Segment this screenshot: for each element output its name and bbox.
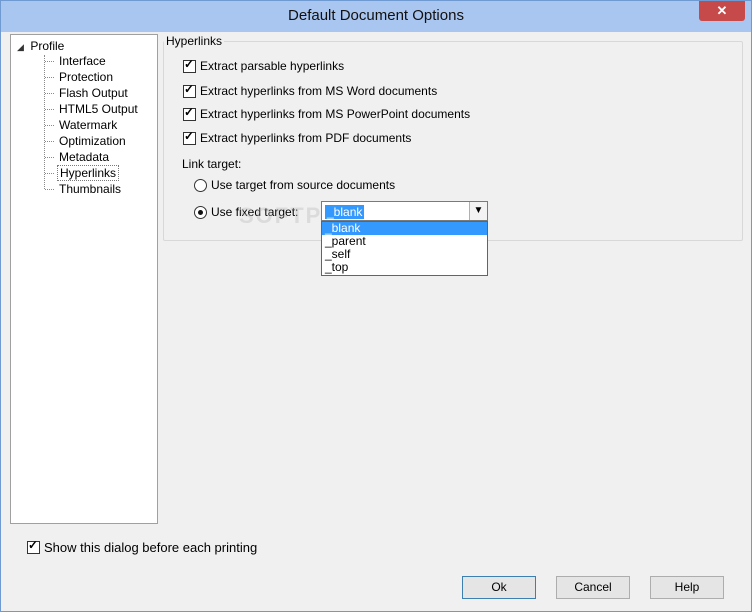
checkbox-show-dialog[interactable]: Show this dialog before each printing xyxy=(27,538,258,555)
checkbox-checked-icon[interactable] xyxy=(183,57,196,73)
checkbox-label: Extract parsable hyperlinks xyxy=(200,59,345,73)
combo-selected-value: _blank xyxy=(325,205,365,219)
tree-item-label: Optimization xyxy=(59,134,126,148)
tree-item-optimization[interactable]: Optimization xyxy=(45,134,128,149)
checkbox-label: Extract hyperlinks from MS Word document… xyxy=(200,84,438,98)
tree-item-thumbnails[interactable]: Thumbnails xyxy=(45,182,123,197)
tree-item-watermark[interactable]: Watermark xyxy=(45,118,119,133)
dropdown-option-top[interactable]: _top xyxy=(322,261,487,274)
checkbox-extract-word[interactable]: Extract hyperlinks from MS Word document… xyxy=(183,82,438,98)
radio-label: Use target from source documents xyxy=(211,178,396,192)
checkbox-extract-powerpoint[interactable]: Extract hyperlinks from MS PowerPoint do… xyxy=(183,105,471,121)
checkbox-checked-icon[interactable] xyxy=(183,82,196,98)
tree-item-label: Flash Output xyxy=(59,86,128,100)
tree-item-metadata[interactable]: Metadata xyxy=(45,150,111,165)
chevron-down-icon[interactable]: ▼ xyxy=(469,202,487,220)
category-tree[interactable]: ◢ Profile Interface Protection Flash Out… xyxy=(10,34,158,524)
tree-item-html5-output[interactable]: HTML5 Output xyxy=(45,102,140,117)
checkbox-label: Extract hyperlinks from PDF documents xyxy=(200,131,412,145)
tree-item-label: Hyperlinks xyxy=(57,165,120,181)
ok-button[interactable]: Ok xyxy=(462,576,536,599)
tree-item-label: Thumbnails xyxy=(59,182,122,196)
tree-item-label: Interface xyxy=(59,54,106,68)
radio-source-target[interactable]: Use target from source documents xyxy=(194,178,395,192)
tree-item-label: Protection xyxy=(59,70,114,84)
dialog-window: Default Document Options ✕ ◢ Profile Int… xyxy=(0,0,752,612)
radio-unselected-icon[interactable] xyxy=(194,178,207,192)
close-icon[interactable]: ✕ xyxy=(699,1,745,21)
checkbox-checked-icon[interactable] xyxy=(183,129,196,145)
tree-root-profile[interactable]: ◢ Profile xyxy=(17,39,64,53)
checkbox-label: Extract hyperlinks from MS PowerPoint do… xyxy=(200,107,471,121)
checkbox-extract-pdf[interactable]: Extract hyperlinks from PDF documents xyxy=(183,129,412,145)
tree-item-flash-output[interactable]: Flash Output xyxy=(45,86,130,101)
groupbox-title: Hyperlinks xyxy=(164,34,225,48)
checkbox-checked-icon[interactable] xyxy=(183,105,196,121)
tree-root-label: Profile xyxy=(30,39,65,53)
window-title: Default Document Options xyxy=(288,7,464,24)
checkbox-label: Show this dialog before each printing xyxy=(44,540,258,555)
cancel-button[interactable]: Cancel xyxy=(556,576,630,599)
checkbox-checked-icon[interactable] xyxy=(27,538,40,554)
tree-item-label: Watermark xyxy=(59,118,118,132)
link-target-label: Link target: xyxy=(182,157,242,171)
checkbox-extract-parsable[interactable]: Extract parsable hyperlinks xyxy=(183,57,345,73)
tree-item-hyperlinks[interactable]: Hyperlinks xyxy=(45,165,120,181)
radio-selected-icon[interactable] xyxy=(194,205,207,219)
tree-item-label: HTML5 Output xyxy=(59,102,138,116)
tree-item-label: Metadata xyxy=(59,150,110,164)
tree-item-protection[interactable]: Protection xyxy=(45,70,115,85)
collapse-triangle-icon[interactable]: ◢ xyxy=(17,42,27,53)
target-dropdown-list[interactable]: _blank _parent _self _top xyxy=(321,221,488,276)
tree-item-interface[interactable]: Interface xyxy=(45,54,108,69)
fixed-target-combobox[interactable]: _blank ▼ xyxy=(321,201,488,221)
title-bar[interactable]: Default Document Options ✕ xyxy=(1,1,751,32)
help-button[interactable]: Help xyxy=(650,576,724,599)
